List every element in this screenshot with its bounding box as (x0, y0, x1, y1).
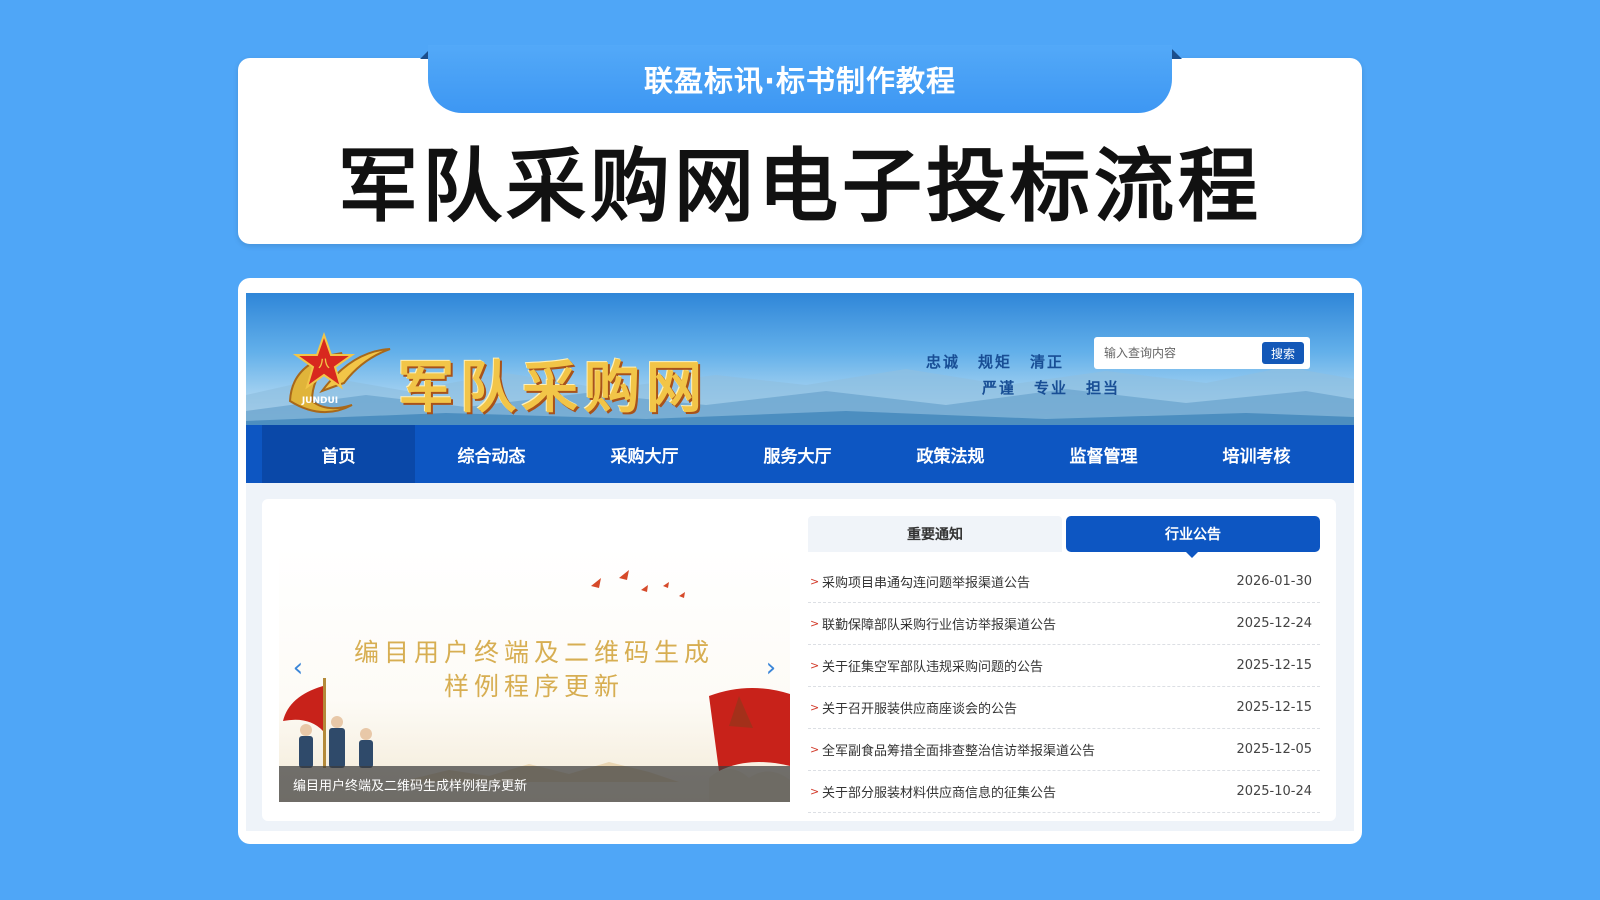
notice-title[interactable]: 关于部分服装材料供应商信息的征集公告 (822, 782, 1230, 801)
svg-text:JUNDUI: JUNDUI (301, 396, 338, 406)
search-button[interactable]: 搜索 (1262, 342, 1304, 364)
notice-date: 2026-01-30 (1236, 574, 1312, 589)
search-box: 搜索 (1094, 337, 1310, 369)
chevron-right-icon: > (810, 701, 820, 714)
carousel-prev-icon[interactable]: ‹ (287, 653, 309, 683)
notice-date: 2025-10-24 (1236, 784, 1312, 799)
notice-list: > 采购项目串通勾连问题举报渠道公告 2026-01-30 > 联勤保障部队采购… (808, 561, 1320, 813)
notice-title[interactable]: 关于征集空军部队违规采购问题的公告 (822, 656, 1230, 675)
main-nav: 首页 综合动态 采购大厅 服务大厅 政策法规 监督管理 培训考核 (246, 425, 1354, 483)
notice-title[interactable]: 关于召开服装供应商座谈会的公告 (822, 698, 1230, 717)
tab-industry-announcements[interactable]: 行业公告 (1066, 516, 1320, 558)
news-carousel[interactable]: 编目用户终端及二维码生成 样例程序更新 ‹ › 编目用户终端及二维码生成样例程序… (279, 546, 790, 802)
chevron-right-icon: > (810, 617, 820, 630)
content-panel: 编目用户终端及二维码生成 样例程序更新 ‹ › 编目用户终端及二维码生成样例程序… (262, 499, 1336, 821)
carousel-caption: 编目用户终端及二维码生成样例程序更新 (279, 766, 790, 802)
notice-tabs: 重要通知 行业公告 (808, 516, 1320, 558)
notice-date: 2025-12-05 (1236, 742, 1312, 757)
list-item[interactable]: > 联勤保障部队采购行业信访举报渠道公告 2025-12-24 (808, 603, 1320, 645)
subtitle-banner: 联盈标讯·标书制作教程 (428, 45, 1172, 113)
site-header-banner: 八 JUNDUI 军队采购网 忠诚规矩清正 严谨专业担当 搜索 (246, 293, 1354, 425)
list-item[interactable]: > 采购项目串通勾连问题举报渠道公告 2026-01-30 (808, 561, 1320, 603)
notice-date: 2025-12-15 (1236, 658, 1312, 673)
nav-item-supervision[interactable]: 监督管理 (1027, 425, 1180, 483)
site-name-logo: 军队采购网 (398, 355, 708, 421)
chevron-right-icon: > (810, 743, 820, 756)
notice-date: 2025-12-15 (1236, 700, 1312, 715)
list-item[interactable]: > 关于征集空军部队违规采购问题的公告 2025-12-15 (808, 645, 1320, 687)
nav-item-service-hall[interactable]: 服务大厅 (721, 425, 874, 483)
army-star-emblem-icon: 八 JUNDUI (288, 331, 391, 414)
website-screenshot: 八 JUNDUI 军队采购网 忠诚规矩清正 严谨专业担当 搜索 首页 综合动态 … (246, 293, 1354, 831)
list-item[interactable]: > 关于部分服装材料供应商信息的征集公告 2025-10-24 (808, 771, 1320, 813)
carousel-slide-title: 编目用户终端及二维码生成 样例程序更新 (353, 638, 714, 701)
nav-item-news[interactable]: 综合动态 (415, 425, 568, 483)
nav-item-training[interactable]: 培训考核 (1180, 425, 1333, 483)
svg-text:八: 八 (318, 357, 331, 370)
search-input[interactable] (1098, 341, 1256, 365)
chevron-right-icon: > (810, 785, 820, 798)
notice-title[interactable]: 全军副食品筹措全面排查整治信访举报渠道公告 (822, 740, 1230, 759)
nav-item-home[interactable]: 首页 (262, 425, 415, 483)
nav-item-procurement-hall[interactable]: 采购大厅 (568, 425, 721, 483)
notice-date: 2025-12-24 (1236, 616, 1312, 631)
list-item[interactable]: > 全军副食品筹措全面排查整治信访举报渠道公告 2025-12-05 (808, 729, 1320, 771)
chevron-right-icon: > (810, 575, 820, 588)
carousel-next-icon[interactable]: › (760, 653, 782, 683)
list-item[interactable]: > 关于召开服装供应商座谈会的公告 2025-12-15 (808, 687, 1320, 729)
page-title: 军队采购网电子投标流程 (338, 140, 1262, 233)
slogan-line-2: 严谨 专业 担当 (982, 379, 1121, 397)
notice-title[interactable]: 联勤保障部队采购行业信访举报渠道公告 (822, 614, 1230, 633)
chevron-right-icon: > (810, 659, 820, 672)
tab-important-notices[interactable]: 重要通知 (808, 516, 1062, 552)
slogan-line-1: 忠诚 规矩 清正 (926, 353, 1065, 371)
nav-item-policy[interactable]: 政策法规 (874, 425, 1027, 483)
notice-title[interactable]: 采购项目串通勾连问题举报渠道公告 (822, 572, 1230, 591)
